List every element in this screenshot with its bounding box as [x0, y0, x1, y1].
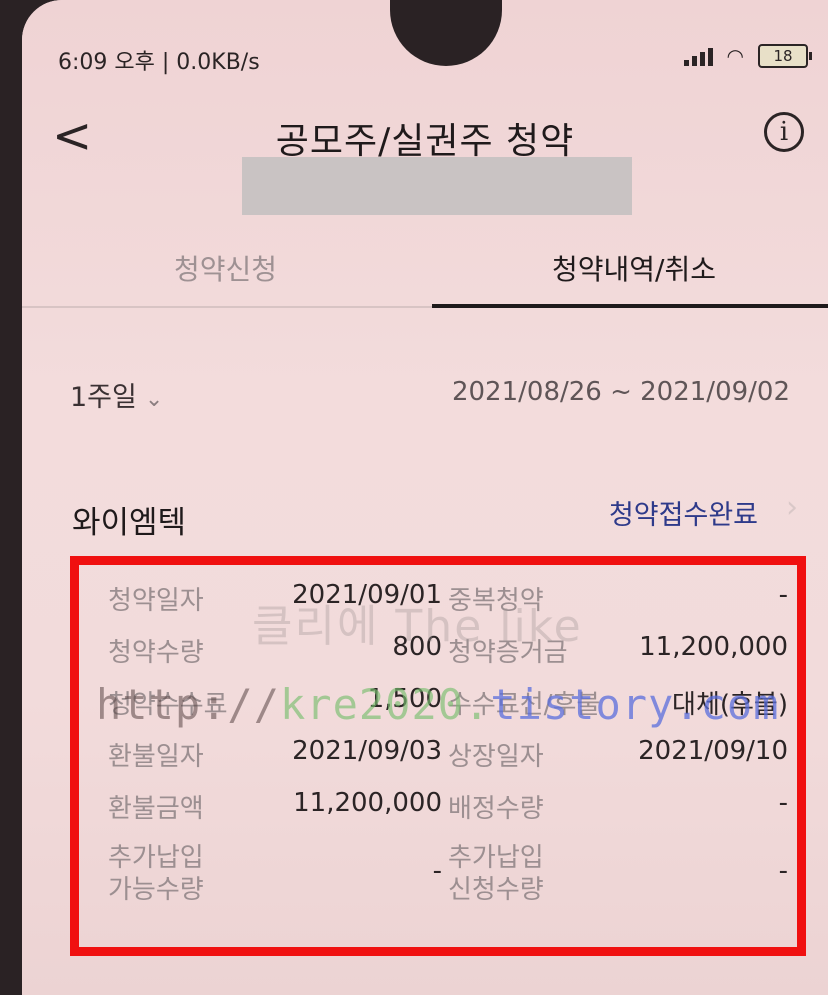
redacted-account-bar [242, 157, 632, 215]
tab-history-cancel[interactable]: 청약내역/취소 [552, 248, 716, 288]
tab-subscribe[interactable]: 청약신청 [174, 248, 277, 288]
status-time: 6:09 오후 | 0.0KB/s [58, 50, 260, 75]
battery-icon: 18 [758, 44, 812, 68]
chevron-down-icon: ⌄ [144, 387, 164, 412]
date-range[interactable]: 2021/08/26 ~ 2021/09/02 [452, 377, 790, 407]
stock-name: 와이엠텍 [72, 505, 187, 541]
active-tab-indicator [432, 304, 828, 308]
chevron-right-icon[interactable]: › [786, 490, 798, 525]
phone-screen: 6:09 오후 | 0.0KB/s ◠ 18 < 공모주/실권주 청약 i 청약… [22, 0, 828, 995]
period-label: 1주일 [70, 382, 137, 413]
tab-bar: 청약신청 청약내역/취소 [22, 240, 828, 310]
signal-icon [683, 46, 713, 66]
watermark-url: http://kre2020.tistory.com [96, 680, 780, 729]
subscription-status[interactable]: 청약접수완료 [609, 493, 758, 532]
info-icon[interactable]: i [764, 112, 804, 152]
period-dropdown[interactable]: 1주일 ⌄ [70, 375, 163, 414]
watermark-text: 클리에 The like [252, 601, 583, 652]
wifi-icon: ◠ [726, 44, 744, 68]
